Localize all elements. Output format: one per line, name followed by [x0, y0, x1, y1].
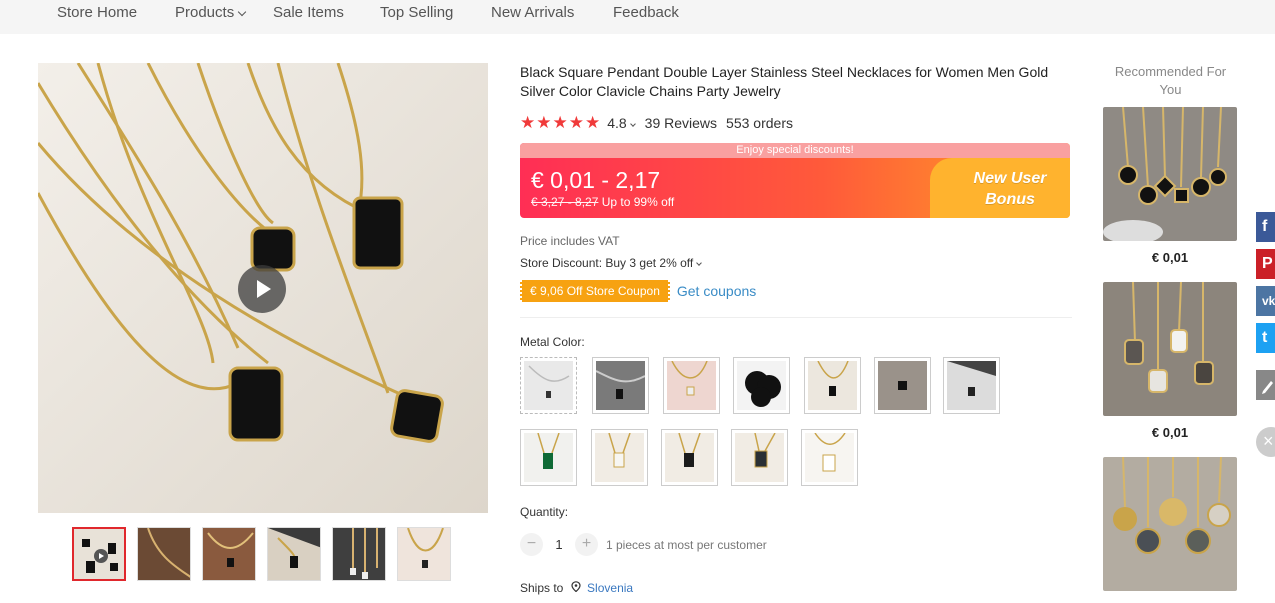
product-info: Black Square Pendant Double Layer Stainl… — [520, 63, 1072, 595]
twitter-icon: t — [1262, 329, 1268, 346]
nav-sale-items[interactable]: Sale Items — [273, 4, 344, 21]
color-swatch-11[interactable] — [731, 429, 788, 486]
share-pinterest-button[interactable]: P — [1256, 249, 1275, 279]
nav-products-label: Products — [175, 4, 235, 21]
rating-row: ★★★★★ 4.8 39 Reviews 553 orders — [520, 113, 793, 133]
thumbnail-2[interactable] — [137, 527, 191, 581]
facebook-icon: f — [1262, 218, 1268, 235]
original-price-row: € 3,27 - 8,27 Up to 99% off — [531, 195, 674, 209]
recommended-title: Recommended For You — [1114, 64, 1227, 97]
orders-count: 553 orders — [726, 115, 793, 131]
thumbnail-1[interactable] — [72, 527, 126, 581]
pencil-icon — [1262, 381, 1273, 394]
divider — [520, 317, 1072, 318]
vat-note: Price includes VAT — [520, 234, 620, 248]
discount-text: Up to 99% off — [601, 195, 675, 209]
quantity-stepper: − 1 + 1 pieces at most per customer — [520, 533, 767, 556]
store-discount-label: Store Discount: Buy 3 get 2% off — [520, 256, 694, 270]
nav-new-arrivals[interactable]: New Arrivals — [491, 4, 574, 21]
pinterest-icon: P — [1262, 255, 1273, 272]
ships-to: Ships to Slovenia — [520, 581, 633, 595]
new-user-bonus[interactable]: New User Bonus — [968, 168, 1052, 210]
recommended-price-2: € 0,01 — [1151, 425, 1189, 440]
location-pin-icon — [571, 581, 581, 593]
chevron-down-icon — [629, 121, 636, 127]
quantity-decrease-button[interactable]: − — [520, 533, 543, 556]
color-swatch-9[interactable] — [591, 429, 648, 486]
store-discount[interactable]: Store Discount: Buy 3 get 2% off — [520, 256, 703, 270]
quantity-label: Quantity: — [520, 505, 569, 519]
recommended-item-3[interactable] — [1103, 457, 1237, 591]
share-twitter-button[interactable]: t — [1256, 323, 1275, 353]
recommended-item-1[interactable]: € 0,01 — [1103, 107, 1237, 265]
play-video-button[interactable] — [238, 265, 286, 313]
color-swatch-4[interactable] — [733, 357, 790, 414]
color-swatch-7[interactable] — [943, 357, 1000, 414]
metal-color-label: Metal Color: — [520, 335, 585, 349]
quantity-increase-button[interactable]: + — [575, 533, 598, 556]
recommended-item-2[interactable]: € 0,01 — [1103, 282, 1237, 440]
color-swatch-2[interactable] — [592, 357, 649, 414]
quantity-limit-note: 1 pieces at most per customer — [606, 537, 767, 552]
color-swatch-5[interactable] — [804, 357, 861, 414]
price-banner: Enjoy special discounts! € 0,01 - 2,17 €… — [520, 143, 1070, 218]
store-coupon[interactable]: € 9,06 Off Store Coupon — [520, 280, 670, 302]
product-main-image[interactable] — [38, 63, 488, 513]
recommended-panel: Recommended For You € 0,01 € 0,01 — [1103, 63, 1238, 591]
thumbnail-3[interactable] — [202, 527, 256, 581]
bonus-line-1: New User — [973, 170, 1047, 187]
coupon-row: € 9,06 Off Store Coupon Get coupons — [520, 280, 756, 302]
quantity-input[interactable]: 1 — [543, 537, 575, 552]
recommended-image-2 — [1103, 282, 1237, 416]
nav-store-home[interactable]: Store Home — [57, 4, 137, 21]
product-title: Black Square Pendant Double Layer Stainl… — [520, 64, 1049, 99]
color-swatch-3[interactable] — [663, 357, 720, 414]
nav-feedback[interactable]: Feedback — [613, 4, 679, 21]
thumbnail-4[interactable] — [267, 527, 321, 581]
color-swatch-6[interactable] — [874, 357, 931, 414]
store-nav: Store Home Products Sale Items Top Selli… — [0, 0, 1275, 34]
color-swatch-10[interactable] — [661, 429, 718, 486]
banner-note: Enjoy special discounts! — [520, 143, 1070, 158]
nav-top-selling[interactable]: Top Selling — [380, 4, 453, 21]
recommended-image-1 — [1103, 107, 1237, 241]
rating-score-value: 4.8 — [607, 115, 627, 131]
recommended-price-1: € 0,01 — [1151, 250, 1189, 265]
color-swatch-8[interactable] — [520, 429, 577, 486]
color-swatch-12[interactable] — [801, 429, 858, 486]
ships-to-label: Ships to — [520, 581, 564, 595]
rating-score[interactable]: 4.8 — [607, 115, 636, 131]
chevron-down-icon — [696, 260, 703, 266]
original-price: € 3,27 - 8,27 — [531, 195, 599, 209]
rating-stars: ★★★★★ — [520, 113, 602, 132]
nav-products[interactable]: Products — [175, 4, 247, 21]
thumbnail-5[interactable] — [332, 527, 386, 581]
recommended-image-3 — [1103, 457, 1237, 591]
share-close-button[interactable]: × — [1256, 427, 1275, 457]
share-edit-button[interactable] — [1256, 370, 1275, 400]
reviews-link[interactable]: 39 Reviews — [645, 115, 717, 131]
share-facebook-button[interactable]: f — [1256, 212, 1275, 242]
close-icon: × — [1263, 431, 1274, 451]
ship-country-link[interactable]: Slovenia — [587, 581, 633, 595]
chevron-down-icon — [237, 7, 247, 17]
get-coupons-link[interactable]: Get coupons — [677, 283, 756, 299]
vk-icon: vk — [1262, 294, 1275, 308]
share-vk-button[interactable]: vk — [1256, 286, 1275, 316]
bonus-line-2: Bonus — [985, 191, 1035, 208]
color-swatch-1[interactable] — [520, 357, 577, 414]
price-range: € 0,01 - 2,17 — [531, 167, 661, 193]
thumbnail-6[interactable] — [397, 527, 451, 581]
